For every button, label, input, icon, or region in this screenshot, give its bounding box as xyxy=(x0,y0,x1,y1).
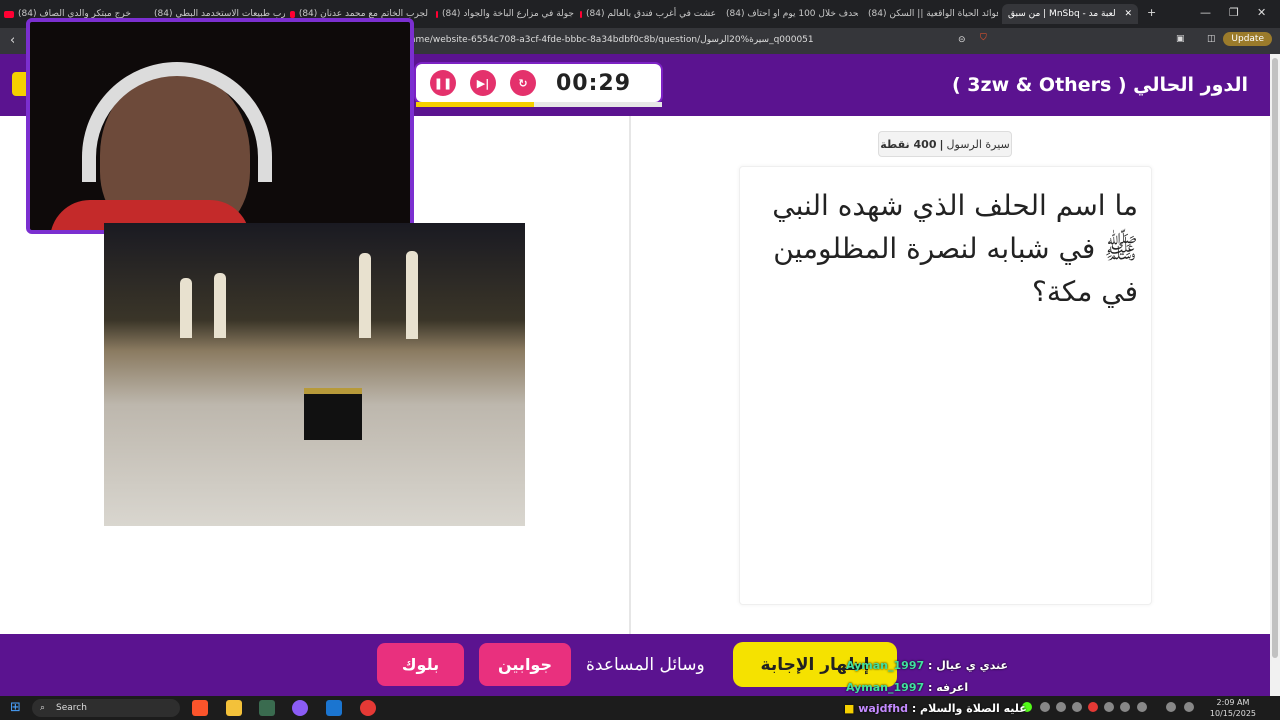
wallet-icon[interactable]: ◫ xyxy=(1207,34,1216,44)
restore-icon[interactable]: ❐ xyxy=(1229,6,1239,19)
browser-tab[interactable]: (84) فوائد الحياة الواقعية || السكن xyxy=(864,4,998,24)
incognito-icon[interactable]: ⊝ xyxy=(958,35,966,45)
block-button[interactable]: بلوك xyxy=(377,643,464,686)
tray-icon[interactable] xyxy=(1040,702,1050,712)
chat-message: ■ wajdfhd : عليه الصلاة والسلام xyxy=(844,702,1027,715)
youtube-icon xyxy=(436,10,438,18)
helpers-label: وسائل المساعدة xyxy=(586,655,705,675)
search-icon: ⌕ xyxy=(40,703,46,713)
tray-icon[interactable] xyxy=(1088,702,1098,712)
streamer-webcam xyxy=(26,18,414,234)
close-window-icon[interactable]: ✕ xyxy=(1257,6,1266,19)
chat-text: عندي ي عيال xyxy=(936,659,1009,672)
minaret xyxy=(359,253,371,338)
two-answers-button[interactable]: جوابين xyxy=(479,643,571,686)
current-turn-title: الدور الحالي ( 3zw & Others ) xyxy=(951,74,1248,96)
column-divider xyxy=(629,116,631,634)
chat-username: Ayman_1997 xyxy=(846,659,925,672)
question-image xyxy=(104,223,525,526)
network-icon[interactable] xyxy=(1137,702,1147,712)
chat-username: Ayman_1997 xyxy=(846,681,925,694)
pause-icon: ❚❚ xyxy=(433,76,453,90)
system-clock[interactable]: 2:09 AM 10/15/2025 xyxy=(1210,697,1256,719)
page-scrollbar[interactable] xyxy=(1270,54,1280,696)
minaret xyxy=(214,273,226,338)
minimize-icon[interactable]: — xyxy=(1200,6,1211,19)
volume-icon[interactable] xyxy=(1184,702,1194,712)
youtube-icon xyxy=(290,10,295,18)
timer: ❚❚ ▶| ↻ 00:29 xyxy=(416,64,661,102)
microphone-icon[interactable] xyxy=(1120,702,1130,712)
restart-button[interactable]: ↻ xyxy=(510,70,536,96)
browser-tab[interactable]: (84) اتحدف خلال 100 يوم او احتاف xyxy=(722,4,858,24)
pause-button[interactable]: ❚❚ xyxy=(430,70,456,96)
chat-text: اعرفه xyxy=(936,681,969,694)
browser-tab[interactable]: (84) جولة في مزارع الباخة والجواد xyxy=(436,4,574,24)
category-badge: سيرة الرسول | 400 نقطة xyxy=(878,131,1012,157)
wifi-icon[interactable] xyxy=(1166,702,1176,712)
brave-browser-icon[interactable] xyxy=(192,700,208,716)
browser-tab[interactable]: (84) عشت في أغرب فندق بالعالم xyxy=(580,4,716,24)
tray-icon[interactable] xyxy=(1072,702,1082,712)
youtube-icon xyxy=(4,10,14,18)
close-tab-icon[interactable]: ✕ xyxy=(1124,9,1132,19)
url-field[interactable]: ame/website-6554c708-a3cf-4fde-bbbc-8a34… xyxy=(410,35,814,45)
category-name: سيرة الرسول xyxy=(946,137,1010,151)
kaaba xyxy=(304,388,362,440)
minaret xyxy=(180,278,192,338)
back-icon[interactable]: ‹ xyxy=(10,33,15,48)
timer-progress-fill xyxy=(416,102,535,107)
question-text: ما اسم الحلف الذي شهده النبي ﷺ في شبابه … xyxy=(772,189,1138,308)
browser-tab-active[interactable]: من سبق | MnSbq - لعبة مد ✕ xyxy=(1002,4,1138,24)
chat-message: Ayman_1997 : اعرفه xyxy=(846,681,969,694)
skip-button[interactable]: ▶| xyxy=(470,70,496,96)
chat-text: عليه الصلاة والسلام xyxy=(920,702,1027,715)
tray-icon[interactable] xyxy=(1056,702,1066,712)
headset xyxy=(82,62,272,182)
update-button[interactable]: Update xyxy=(1223,32,1272,46)
terminal-icon[interactable] xyxy=(259,700,275,716)
new-tab-icon[interactable]: + xyxy=(1147,6,1156,19)
sidebar-icon[interactable]: ▣ xyxy=(1176,34,1185,44)
taskbar: ⊞ ⌕ Search 2:09 AM 10/15/2025 xyxy=(0,696,1280,720)
category-separator: | xyxy=(939,137,944,151)
scrollbar-thumb[interactable] xyxy=(1272,58,1278,658)
taskbar-search[interactable]: ⌕ Search xyxy=(32,699,180,717)
windows-start-icon[interactable]: ⊞ xyxy=(10,700,21,715)
youtube-icon xyxy=(580,10,582,18)
discord-icon[interactable] xyxy=(292,700,308,716)
points-value: 400 نقطة xyxy=(880,137,937,151)
steam-icon[interactable] xyxy=(326,700,342,716)
obs-icon[interactable] xyxy=(360,700,376,716)
tray-icon[interactable] xyxy=(1104,702,1114,712)
brave-shield-icon[interactable]: ⛉ xyxy=(980,33,987,43)
chat-username: wajdfhd xyxy=(858,702,908,715)
file-explorer-icon[interactable] xyxy=(226,700,242,716)
minaret xyxy=(406,251,418,339)
timer-progress-bar xyxy=(416,102,662,107)
restart-icon: ↻ xyxy=(518,76,528,90)
chat-message: Ayman_1997 : عندي ي عيال xyxy=(846,659,1009,672)
chat-badge-icon: ■ xyxy=(844,702,855,715)
skip-icon: ▶| xyxy=(476,76,490,90)
timer-value: 00:29 xyxy=(556,70,632,96)
